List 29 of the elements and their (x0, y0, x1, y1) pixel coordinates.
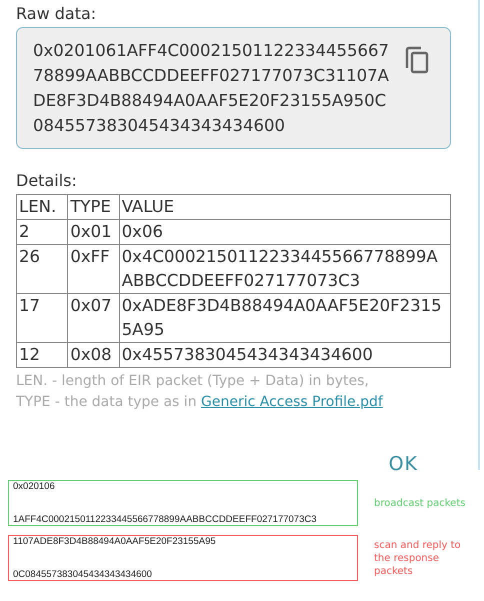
table-cell: 2 (16, 220, 68, 244)
column-header: TYPE (68, 194, 120, 220)
table-cell: 12 (16, 342, 68, 368)
packet-text: 0C084557383045434343434600 (13, 569, 152, 580)
table-cell: 17 (16, 294, 68, 342)
table-cell: 26 (16, 244, 68, 294)
copy-icon[interactable] (403, 46, 429, 74)
table-cell: 0x07 (68, 294, 120, 342)
legend-text: TYPE - the data type as in (16, 393, 198, 412)
legend-text: LEN. - length of EIR packet (Type + Data) in bytes, (16, 372, 369, 391)
annotation-label: broadcast packets (374, 496, 466, 510)
table-cell: 0x4C0002150112233445566778899AABBCCDDEEFF027177073C3 (119, 244, 450, 294)
table-cell: 0x4557383045434343434600 (119, 342, 450, 368)
section-label: Raw data: (16, 4, 96, 23)
table-cell: 0x01 (68, 220, 120, 244)
raw-data-field[interactable]: 0x0201061AFF4C0002150112233445566778899AABBCCDDEEFF027177073C31107ADE8F3D4B88494A0AAF5E20F23155A950C084557383045434343434600 (16, 27, 451, 149)
packet-text: 1107ADE8F3D4B88494A0AAF5E20F23155A95 (13, 536, 216, 547)
section-label: Details: (16, 171, 77, 190)
pdf-link[interactable]: Generic Access Profile.pdf (201, 394, 383, 410)
annotation-label: scan and reply to the response packets (374, 538, 462, 578)
table-cell: 0xFF (68, 244, 120, 294)
table-cell: 0x06 (119, 220, 450, 244)
column-header: VALUE (119, 194, 450, 220)
packet-text: 1AFF4C0002150112233445566778899AABBCCDDEEFF027177073C3 (13, 514, 317, 525)
table-cell: 0xADE8F3D4B88494A0AAF5E20F23155A95 (119, 294, 450, 342)
packet-text: 0x020106 (13, 481, 55, 492)
column-header: LEN. (16, 194, 68, 220)
ok-button[interactable]: OK (380, 449, 426, 479)
table-cell: 0x08 (68, 342, 120, 368)
